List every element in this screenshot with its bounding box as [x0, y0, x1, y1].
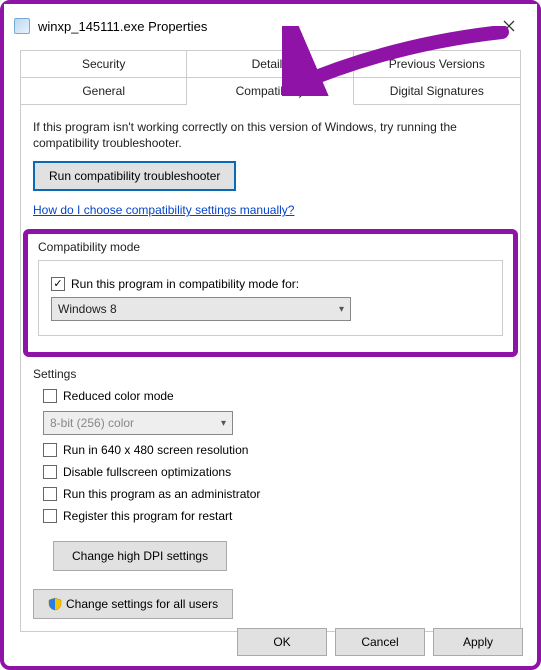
tab-details[interactable]: Details: [187, 51, 353, 78]
res-640-label: Run in 640 x 480 screen resolution: [63, 443, 248, 457]
run-admin-label: Run this program as an administrator: [63, 487, 260, 501]
ok-button[interactable]: OK: [237, 628, 327, 656]
shield-icon: [48, 597, 62, 611]
change-all-users-button[interactable]: Change settings for all users: [33, 589, 233, 619]
dialog-footer: OK Cancel Apply: [237, 628, 523, 656]
tab-compatibility[interactable]: Compatibility: [187, 78, 353, 105]
run-admin-checkbox[interactable]: [43, 487, 57, 501]
compat-mode-label: Compatibility mode: [38, 240, 503, 254]
run-troubleshooter-button[interactable]: Run compatibility troubleshooter: [33, 161, 236, 191]
tab-strip: Security Details Previous Versions Gener…: [20, 50, 521, 105]
color-mode-select: 8-bit (256) color ▾: [43, 411, 233, 435]
disable-fullscreen-checkbox[interactable]: [43, 465, 57, 479]
close-button[interactable]: [491, 12, 527, 40]
tab-general[interactable]: General: [21, 78, 187, 105]
res-640-checkbox[interactable]: [43, 443, 57, 457]
settings-group: Settings Reduced color mode 8-bit (256) …: [33, 367, 508, 571]
cancel-button[interactable]: Cancel: [335, 628, 425, 656]
compat-mode-select[interactable]: Windows 8 ▾: [51, 297, 351, 321]
apply-button[interactable]: Apply: [433, 628, 523, 656]
compat-mode-group: Run this program in compatibility mode f…: [38, 260, 503, 336]
tab-security[interactable]: Security: [21, 51, 187, 78]
tab-digital-signatures[interactable]: Digital Signatures: [354, 78, 520, 105]
tab-panel-compatibility: If this program isn't working correctly …: [20, 105, 521, 632]
chevron-down-icon: ▾: [339, 304, 344, 315]
change-dpi-button[interactable]: Change high DPI settings: [53, 541, 227, 571]
reduced-color-checkbox[interactable]: [43, 389, 57, 403]
register-restart-checkbox[interactable]: [43, 509, 57, 523]
change-all-users-label: Change settings for all users: [66, 597, 218, 611]
register-restart-label: Register this program for restart: [63, 509, 232, 523]
compat-mode-checkbox[interactable]: [51, 277, 65, 291]
window-title: winxp_145111.exe Properties: [38, 19, 491, 34]
close-icon: [503, 20, 515, 32]
compat-mode-checkbox-label: Run this program in compatibility mode f…: [71, 277, 299, 291]
reduced-color-label: Reduced color mode: [63, 389, 174, 403]
intro-text: If this program isn't working correctly …: [33, 119, 508, 151]
disable-fullscreen-label: Disable fullscreen optimizations: [63, 465, 231, 479]
settings-label: Settings: [33, 367, 508, 381]
compat-mode-highlight: Compatibility mode Run this program in c…: [23, 229, 518, 357]
titlebar: winxp_145111.exe Properties: [4, 4, 537, 50]
manual-settings-link[interactable]: How do I choose compatibility settings m…: [33, 203, 294, 217]
app-icon: [14, 18, 30, 34]
color-mode-value: 8-bit (256) color: [50, 416, 134, 430]
tab-previous-versions[interactable]: Previous Versions: [354, 51, 520, 78]
chevron-down-icon: ▾: [221, 418, 226, 429]
compat-mode-select-value: Windows 8: [58, 302, 117, 316]
